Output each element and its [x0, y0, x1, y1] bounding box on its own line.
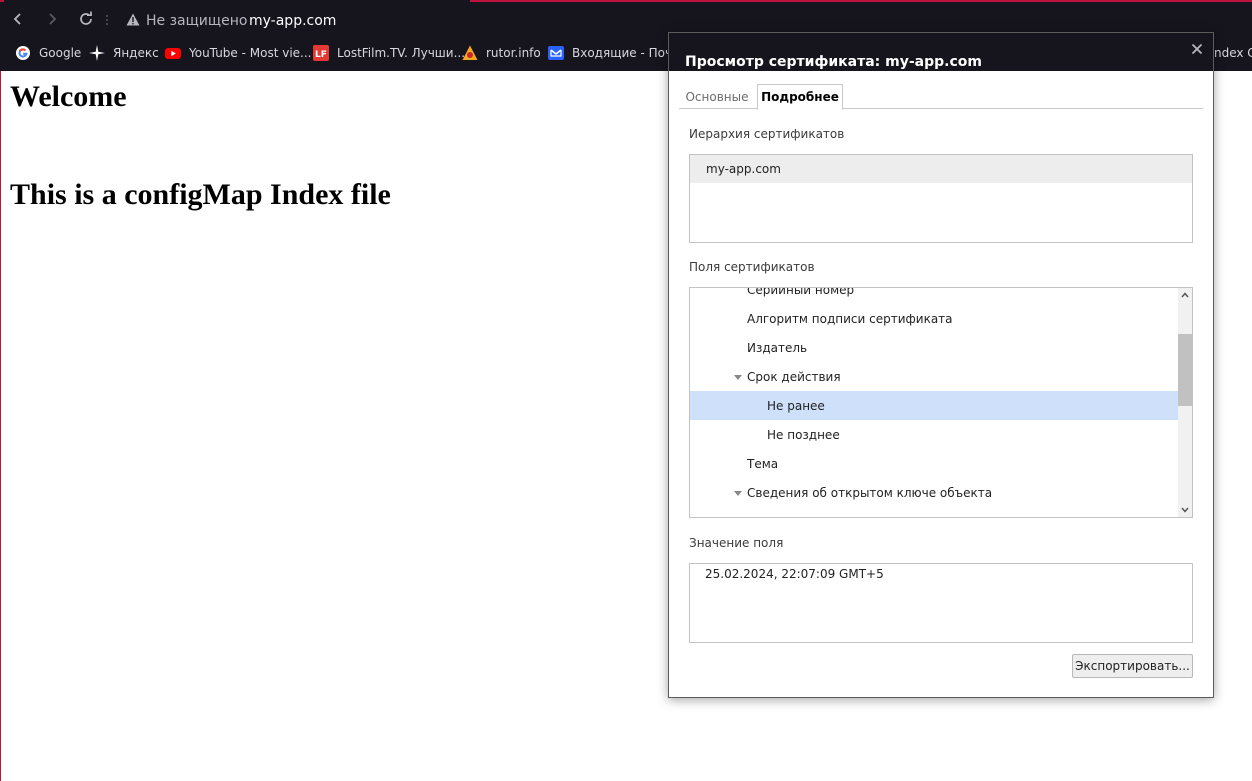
- export-button[interactable]: Экспортировать...: [1072, 654, 1193, 678]
- security-status[interactable]: Не защищено: [146, 13, 247, 29]
- mail-icon: [548, 45, 564, 61]
- tab-details[interactable]: Подробнее: [757, 84, 843, 110]
- field-label: Тема: [747, 456, 779, 471]
- forward-button[interactable]: [41, 8, 63, 30]
- bookmark-google[interactable]: Google: [15, 42, 81, 64]
- expand-caret-icon[interactable]: [734, 491, 742, 496]
- field-label: Не позднее: [767, 427, 840, 442]
- svg-text:LF: LF: [315, 50, 327, 60]
- field-public-key-info[interactable]: Сведения об открытом ключе объекта: [690, 478, 1178, 507]
- dialog-title: Просмотр сертификата: my-app.com: [685, 54, 982, 70]
- bookmark-yandex[interactable]: Яндекс: [89, 42, 159, 64]
- fields-list: Серийный номер Алгоритм подписи сертифик…: [690, 288, 1178, 517]
- field-label: Издатель: [747, 340, 808, 355]
- page-heading-configmap: This is a configMap Index file: [10, 178, 391, 211]
- field-label: Срок действия: [747, 369, 841, 384]
- warning-icon[interactable]: [126, 13, 140, 31]
- field-not-before[interactable]: Не ранее: [690, 391, 1178, 420]
- certificate-fields-tree: Серийный номер Алгоритм подписи сертифик…: [689, 287, 1193, 518]
- field-not-after[interactable]: Не позднее: [690, 420, 1178, 449]
- window-edge: [0, 71, 1, 781]
- certificate-viewer-dialog: Просмотр сертификата: my-app.com Основны…: [668, 32, 1214, 698]
- bookmark-label: YouTube - Most vie...: [189, 46, 312, 60]
- reload-icon: [80, 11, 92, 25]
- page-heading-welcome: Welcome: [10, 80, 127, 113]
- google-icon: [15, 45, 31, 61]
- scroll-up-icon[interactable]: [1181, 291, 1189, 299]
- youtube-icon: [165, 45, 181, 61]
- field-subject[interactable]: Тема: [690, 449, 1178, 478]
- field-signature-algorithm[interactable]: Алгоритм подписи сертификата: [690, 304, 1178, 333]
- field-label: Алгоритм подписи сертификата: [747, 311, 953, 326]
- fields-scrollbar[interactable]: [1178, 288, 1192, 517]
- bookmark-lostfilm[interactable]: LF LostFilm.TV. Лучши...: [313, 42, 465, 64]
- tab-general[interactable]: Основные: [679, 84, 755, 110]
- bookmark-inbox[interactable]: Входящие - Почта: [548, 42, 686, 64]
- hierarchy-label: Иерархия сертификатов: [689, 127, 845, 141]
- field-value-text: 25.02.2024, 22:07:09 GMT+5: [705, 567, 884, 581]
- bookmark-youtube[interactable]: YouTube - Most vie...: [165, 42, 311, 64]
- dialog-tabs: Основные Подробнее: [679, 84, 1203, 110]
- scrollbar-thumb[interactable]: [1178, 334, 1192, 406]
- fields-label: Поля сертификатов: [689, 260, 815, 274]
- bookmark-label: Google: [39, 46, 82, 60]
- field-serial-number[interactable]: Серийный номер: [690, 288, 1178, 304]
- field-value-label: Значение поля: [689, 536, 784, 550]
- back-button[interactable]: [7, 8, 29, 30]
- toolbar-separator: [106, 15, 108, 27]
- field-label: Не ранее: [767, 398, 825, 413]
- bookmark-label: LostFilm.TV. Лучши...: [337, 46, 466, 60]
- bookmark-rutor[interactable]: rutor.info: [462, 42, 541, 64]
- field-issuer[interactable]: Издатель: [690, 333, 1178, 362]
- certificate-hierarchy: my-app.com: [689, 154, 1193, 243]
- back-arrow-icon: [13, 13, 21, 25]
- bookmark-overflow[interactable]: ndex C: [1214, 42, 1252, 64]
- lostfilm-icon: LF: [313, 45, 329, 61]
- bookmark-overflow-label: ndex C: [1214, 46, 1252, 60]
- dialog-close-button[interactable]: [1189, 41, 1205, 57]
- bookmark-label: Яндекс: [113, 46, 159, 60]
- rutor-icon: [462, 45, 478, 61]
- field-validity[interactable]: Срок действия: [690, 362, 1178, 391]
- expand-caret-icon[interactable]: [734, 375, 742, 380]
- field-value-box[interactable]: 25.02.2024, 22:07:09 GMT+5: [689, 563, 1193, 643]
- yandex-icon: [89, 45, 105, 61]
- field-label: Серийный номер: [747, 288, 855, 297]
- reload-button[interactable]: [75, 8, 97, 30]
- url-text[interactable]: my-app.com: [249, 13, 336, 29]
- close-icon: [1191, 43, 1203, 55]
- forward-arrow-icon: [49, 13, 57, 25]
- field-label: Сведения об открытом ключе объекта: [747, 485, 993, 500]
- hierarchy-item[interactable]: my-app.com: [690, 155, 1192, 183]
- scroll-down-icon[interactable]: [1181, 506, 1189, 514]
- bookmark-label: rutor.info: [486, 46, 541, 60]
